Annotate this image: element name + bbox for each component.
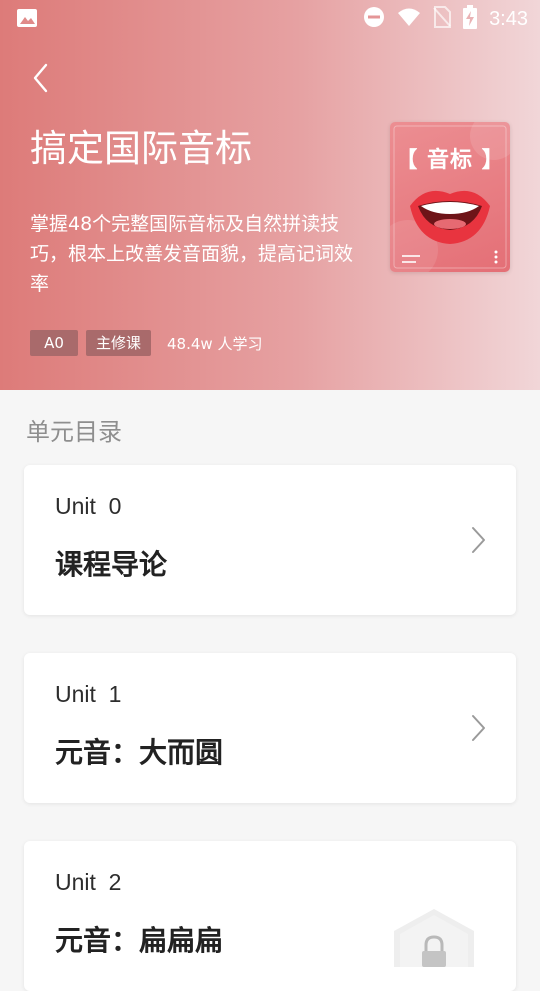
status-time: 3:43 bbox=[489, 8, 528, 30]
open-mouth-icon bbox=[408, 184, 492, 250]
do-not-disturb-icon bbox=[363, 6, 385, 32]
course-description: 掌握48个完整国际音标及自然拼读技巧，根本上改善发音面貌，提高记词效率 bbox=[30, 213, 354, 295]
unit-card-0[interactable]: Unit 0 课程导论 bbox=[24, 465, 516, 615]
unit-label: Unit 1 bbox=[55, 681, 122, 707]
no-sim-icon bbox=[433, 6, 452, 32]
lock-icon bbox=[392, 907, 476, 967]
level-tag: A0 bbox=[30, 330, 78, 356]
course-type-tag: 主修课 bbox=[86, 330, 152, 356]
status-icons: 3:43 bbox=[363, 5, 528, 33]
unit-card-1[interactable]: Unit 1 元音：大而圆 bbox=[24, 653, 516, 803]
unit-card-2[interactable]: Unit 2 元音：扁扁扁 bbox=[24, 841, 516, 991]
course-cover: 【 音标 】 bbox=[390, 122, 510, 272]
course-title: 搞定国际音标 bbox=[30, 127, 252, 170]
battery-charging-icon bbox=[463, 5, 478, 33]
learner-count: 48.4w 人学习 bbox=[167, 334, 263, 353]
course-header: 3:43 搞定国际音标 掌握48个完整国际音标及自然拼读技巧，根本上改善发音面貌… bbox=[0, 0, 540, 390]
unit-label: Unit 0 bbox=[55, 493, 122, 519]
cover-title: 【 音标 】 bbox=[395, 148, 505, 173]
chevron-right-icon bbox=[468, 525, 488, 555]
image-icon bbox=[16, 8, 38, 28]
course-tags: A0 主修课 48.4w 人学习 bbox=[30, 330, 262, 356]
unit-catalog-heading: 单元目录 bbox=[26, 418, 122, 446]
unit-title: 课程导论 bbox=[55, 548, 168, 581]
chevron-right-icon bbox=[468, 713, 488, 743]
unit-title: 元音：扁扁扁 bbox=[55, 924, 224, 957]
unit-title: 元音：大而圆 bbox=[55, 736, 224, 769]
wifi-icon bbox=[397, 7, 421, 31]
unit-label: Unit 2 bbox=[55, 869, 122, 895]
chevron-left-icon bbox=[32, 63, 50, 97]
back-button[interactable] bbox=[26, 60, 56, 100]
status-bar: 3:43 bbox=[0, 0, 540, 38]
